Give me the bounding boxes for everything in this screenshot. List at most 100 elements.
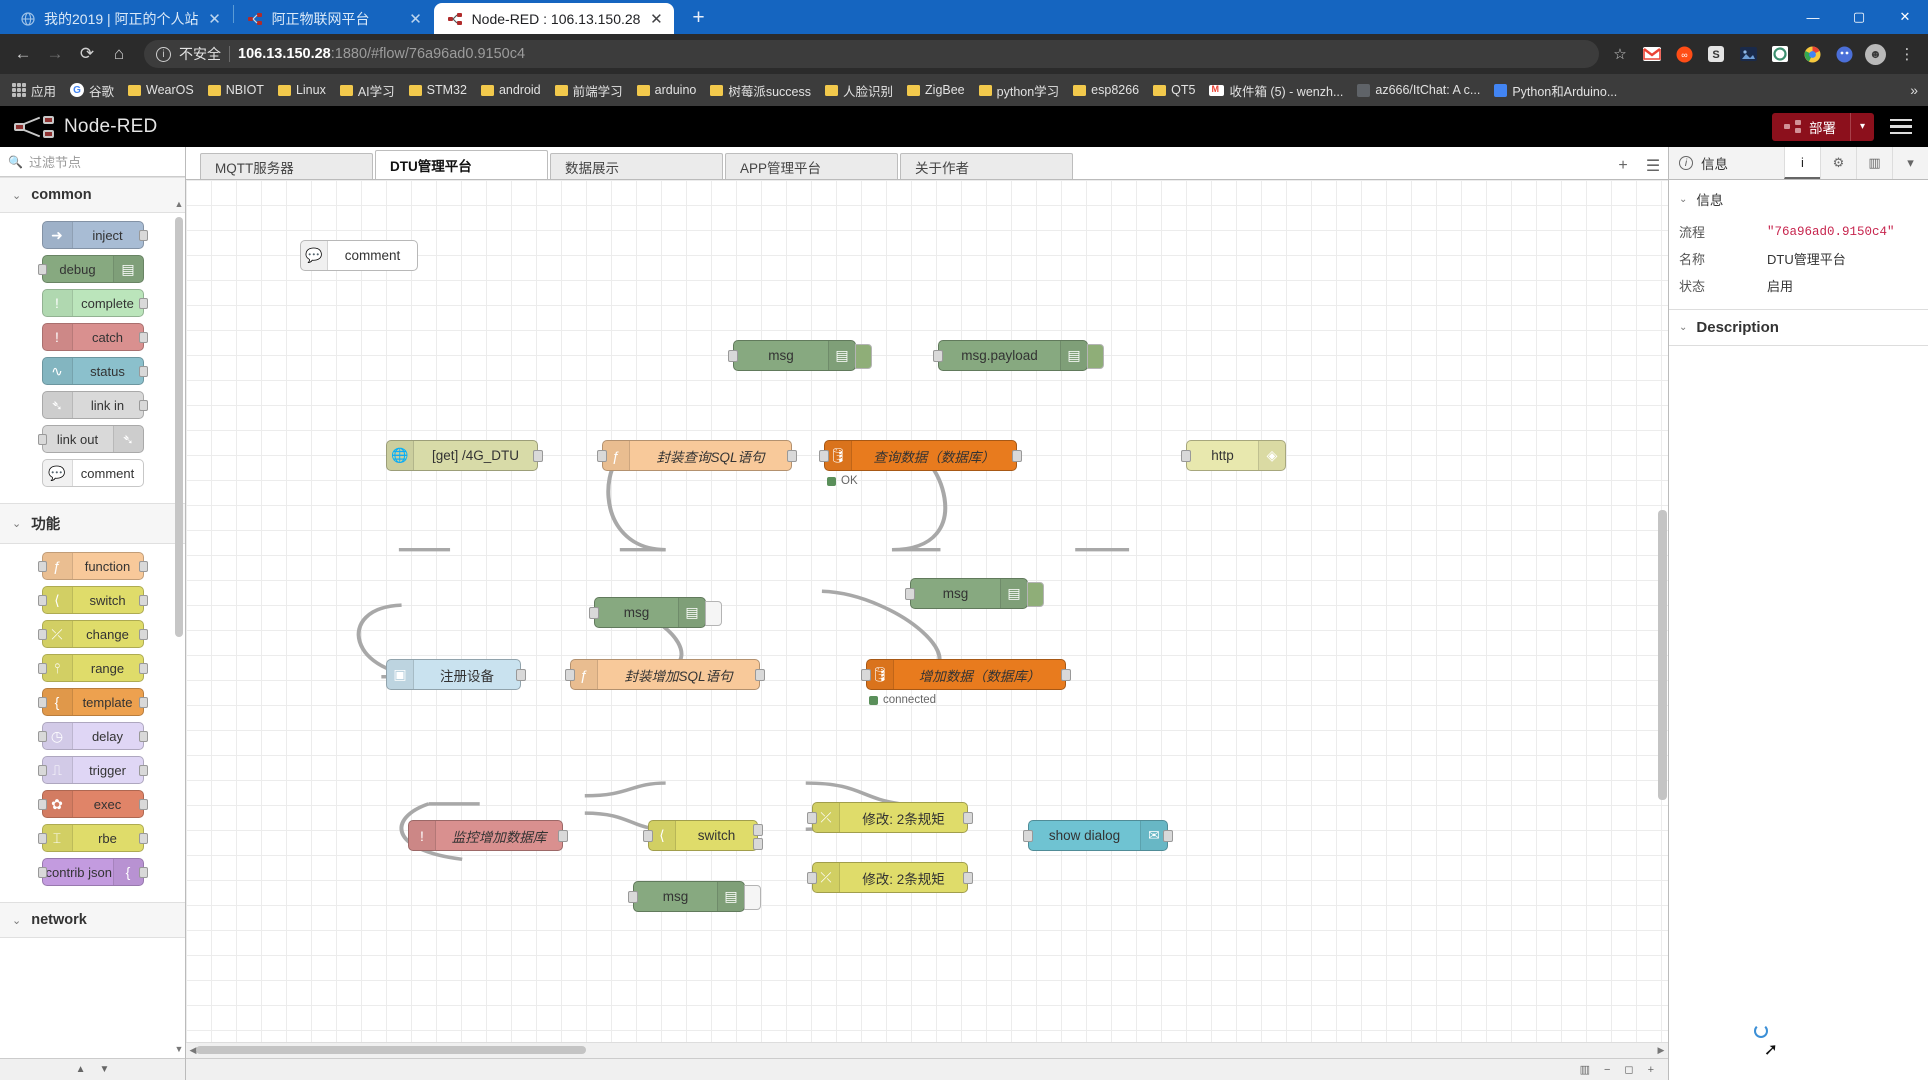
node-output-port[interactable] — [139, 867, 148, 878]
menu-dots-icon[interactable]: ⋮ — [1896, 43, 1918, 65]
bookmark-item[interactable]: 收件箱 (5) - wenzh... — [1203, 79, 1349, 102]
bookmark-item[interactable]: NBIOT — [202, 81, 270, 99]
flow-node-ch2[interactable]: ⤫修改: 2条规矩 — [812, 862, 968, 893]
palette-node-trigger[interactable]: ⎍trigger — [42, 756, 144, 784]
palette-scroll-up[interactable]: ▲ — [173, 199, 185, 209]
cat-extension-icon[interactable] — [1833, 43, 1855, 65]
debug-toggle-button[interactable] — [1087, 344, 1104, 369]
close-window-button[interactable]: ✕ — [1882, 9, 1928, 25]
node-output-port[interactable] — [139, 561, 148, 572]
node-input-port[interactable] — [38, 731, 47, 742]
palette-node-exec[interactable]: ✿exec — [42, 790, 144, 818]
node-output-port[interactable] — [755, 669, 765, 681]
node-input-port[interactable] — [905, 588, 915, 600]
node-input-port[interactable] — [38, 663, 47, 674]
palette-node-link-in[interactable]: ➴link in — [42, 391, 144, 419]
zoom-out-icon[interactable]: − — [1604, 1064, 1610, 1076]
layout-icon[interactable]: ▥ — [1580, 1063, 1590, 1076]
palette-node-range[interactable]: ⫯range — [42, 654, 144, 682]
palette-category-common[interactable]: ⌄common — [0, 177, 185, 213]
node-output-port[interactable] — [139, 332, 148, 343]
node-input-port[interactable] — [628, 891, 638, 903]
node-output-port[interactable] — [1012, 450, 1022, 462]
node-input-port[interactable] — [38, 434, 47, 445]
flow-node-msgp[interactable]: msg.payload▤ — [938, 340, 1088, 371]
palette-node-switch[interactable]: ⟨switch — [42, 586, 144, 614]
palette-node-template[interactable]: {template — [42, 688, 144, 716]
debug-toggle-button[interactable] — [705, 601, 722, 626]
bookmarks-overflow-icon[interactable]: » — [1910, 82, 1922, 98]
sidebar-tab-dashboard[interactable]: ▥ — [1856, 147, 1892, 179]
node-input-port[interactable] — [565, 669, 575, 681]
debug-toggle-button[interactable] — [744, 885, 761, 910]
node-input-port[interactable] — [38, 595, 47, 606]
palette-scrollbar[interactable] — [175, 217, 183, 637]
canvas-h-thumb[interactable] — [196, 1046, 586, 1054]
flow-tab-关于作者[interactable]: 关于作者 — [900, 153, 1073, 179]
add-flow-tab-button[interactable]: + — [1608, 153, 1638, 179]
node-output-port[interactable] — [963, 812, 973, 824]
bookmark-item[interactable]: AI学习 — [334, 79, 401, 102]
flow-node-mon[interactable]: !监控增加数据库 — [408, 820, 563, 851]
node-input-port[interactable] — [38, 799, 47, 810]
flow-node-msg3[interactable]: msg▤ — [910, 578, 1028, 609]
bookmark-item[interactable]: QT5 — [1147, 81, 1201, 99]
palette-scroll-down[interactable]: ▼ — [173, 1044, 185, 1054]
palette-node-inject[interactable]: ➜inject — [42, 221, 144, 249]
palette-collapse-down-icon[interactable]: ▼ — [100, 1064, 110, 1075]
bookmark-item[interactable]: STM32 — [403, 81, 473, 99]
node-output-port[interactable] — [139, 230, 148, 241]
node-output-port-1[interactable] — [753, 824, 763, 836]
bookmark-item[interactable]: G谷歌 — [64, 79, 120, 102]
node-output-port[interactable] — [139, 697, 148, 708]
maximize-button[interactable]: ▢ — [1836, 9, 1882, 25]
node-output-port[interactable] — [139, 799, 148, 810]
node-input-port[interactable] — [38, 629, 47, 640]
palette-node-contrib-json[interactable]: contrib json{ — [42, 858, 144, 886]
bookmark-item[interactable]: Python和Arduino... — [1488, 79, 1623, 102]
canvas-vertical-scrollbar[interactable] — [1658, 510, 1667, 800]
address-bar[interactable]: i 不安全 106.13.150.28:1880/#flow/76a96ad0.… — [144, 40, 1599, 68]
node-input-port[interactable] — [597, 450, 607, 462]
node-output-port[interactable] — [1163, 830, 1173, 842]
infinity-extension-icon[interactable]: ∞ — [1673, 43, 1695, 65]
palette-collapse-up-icon[interactable]: ▲ — [76, 1064, 86, 1075]
node-output-port[interactable] — [787, 450, 797, 462]
node-output-port[interactable] — [139, 731, 148, 742]
debug-toggle-button[interactable] — [1027, 582, 1044, 607]
node-output-port[interactable] — [139, 833, 148, 844]
flow-tab-DTU管理平台[interactable]: DTU管理平台 — [375, 150, 548, 179]
flow-node-http1[interactable]: http◈ — [1186, 440, 1286, 471]
bookmark-item[interactable]: android — [475, 81, 547, 99]
node-output-port[interactable] — [558, 830, 568, 842]
node-input-port[interactable] — [1181, 450, 1191, 462]
flow-node-reg[interactable]: ▣注册设备 — [386, 659, 521, 690]
node-input-port[interactable] — [38, 867, 47, 878]
sidebar-tab-info[interactable]: i — [1784, 147, 1820, 179]
canvas-scroll-right-icon[interactable]: ▶ — [1654, 1042, 1668, 1058]
image-extension-icon[interactable] — [1737, 43, 1759, 65]
close-icon[interactable]: ✕ — [648, 10, 664, 28]
palette-node-link-out[interactable]: link out➴ — [42, 425, 144, 453]
node-output-port[interactable] — [963, 872, 973, 884]
flow-node-dlg[interactable]: show dialog✉ — [1028, 820, 1168, 851]
bookmark-item[interactable]: Linux — [272, 81, 332, 99]
node-input-port[interactable] — [589, 607, 599, 619]
flow-node-fnq[interactable]: ƒ封装查询SQL语句 — [602, 440, 792, 471]
node-output-port[interactable] — [139, 400, 148, 411]
flow-node-sw1[interactable]: ⟨switch — [648, 820, 758, 851]
node-output-port[interactable] — [139, 595, 148, 606]
node-input-port[interactable] — [819, 450, 829, 462]
bookmark-item[interactable]: 前端学习 — [549, 79, 629, 102]
close-icon[interactable]: ✕ — [207, 10, 223, 28]
flow-tab-数据展示[interactable]: 数据展示 — [550, 153, 723, 179]
bookmark-item[interactable]: 应用 — [6, 79, 62, 102]
node-output-port[interactable] — [516, 669, 526, 681]
bookmark-item[interactable]: esp8266 — [1067, 81, 1145, 99]
bookmark-item[interactable]: WearOS — [122, 81, 200, 99]
bookmark-item[interactable]: az666/ItChat: A c... — [1351, 81, 1486, 99]
node-input-port[interactable] — [643, 830, 653, 842]
palette-search[interactable]: 🔍 过滤节点 — [0, 147, 185, 177]
sidebar-section-info-header[interactable]: ⌄ 信息 — [1669, 180, 1928, 218]
palette-node-rbe[interactable]: ⌶rbe — [42, 824, 144, 852]
